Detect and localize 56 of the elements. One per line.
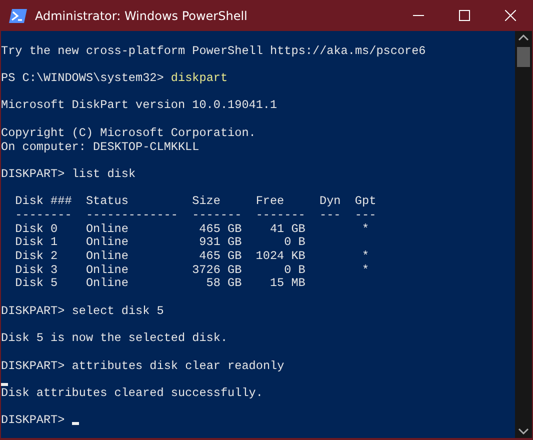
column-rule: ------- <box>256 208 306 223</box>
table-cell: Disk 5 <box>15 277 58 292</box>
prompt-text: DISKPART> <box>1 358 65 372</box>
column-header: Disk ### <box>15 195 72 209</box>
output-text: Disk attributes cleared successfully. <box>1 386 263 400</box>
table-cell: 465 GB <box>199 222 242 236</box>
column-rule: --- <box>320 208 341 223</box>
output-text: On computer: DESKTOP-CLMKKLL <box>1 140 200 154</box>
table-cell: 41 GB <box>270 222 306 236</box>
table-cell: 931 GB <box>199 236 242 250</box>
window-title: Administrator: Windows PowerShell <box>35 8 248 22</box>
column-header: Dyn <box>320 195 341 209</box>
prompt-text: PS C:\WINDOWS\system32> <box>1 71 164 86</box>
command-text: attributes disk clear readonly <box>72 358 284 372</box>
command-text: select disk 5 <box>72 304 164 318</box>
column-header: Size <box>192 195 222 209</box>
table-cell: * <box>362 264 370 278</box>
column-header: Gpt <box>354 195 376 209</box>
output-text: Disk 5 is now the selected disk. <box>1 331 228 346</box>
table-cell: Online <box>86 277 128 292</box>
column-rule: ------------- <box>86 208 178 223</box>
prompt-text: DISKPART> <box>1 304 65 318</box>
table-cell: Online <box>86 236 128 250</box>
command-text: list disk <box>72 166 136 181</box>
table-cell: Online <box>86 264 128 278</box>
output-text: Copyright (C) Microsoft Corporation. <box>1 126 256 140</box>
column-rule: -------- <box>15 208 72 223</box>
table-cell: Disk 2 <box>15 250 58 264</box>
table-cell: Online <box>86 222 128 236</box>
table-cell: Disk 0 <box>15 222 58 236</box>
column-header: Status <box>86 195 130 209</box>
scroll-thumb[interactable] <box>517 47 530 67</box>
table-cell: Online <box>86 250 128 264</box>
maximize-icon <box>458 10 470 21</box>
cursor-mark <box>1 383 8 386</box>
table-cell: Disk 1 <box>15 236 58 250</box>
table-cell: * <box>362 222 370 236</box>
prompt-text: DISKPART> <box>1 166 65 181</box>
table-cell: 58 GB <box>206 277 242 292</box>
table-cell: 0 B <box>284 264 306 278</box>
table-cell: * <box>362 250 370 264</box>
output-text: Try the new cross-platform PowerShell https://aka.ms/pscore6 <box>1 44 426 58</box>
command-text: diskpart <box>170 71 228 86</box>
table-cell: Disk 3 <box>15 264 58 278</box>
table-cell: 465 GB <box>199 250 242 264</box>
output-text: Microsoft DiskPart version 10.0.19041.1 <box>1 98 278 112</box>
column-rule: --- <box>354 208 376 223</box>
powershell-icon <box>9 8 27 22</box>
table-cell: 0 B <box>284 236 306 250</box>
table-cell: 1024 KB <box>256 250 306 264</box>
table-cell: 3726 GB <box>192 264 242 278</box>
column-rule: ------- <box>192 208 242 223</box>
column-header: Free <box>256 195 286 209</box>
close-icon <box>504 10 516 21</box>
table-cell: 15 MB <box>270 277 306 292</box>
prompt-text: DISKPART> <box>1 413 65 428</box>
